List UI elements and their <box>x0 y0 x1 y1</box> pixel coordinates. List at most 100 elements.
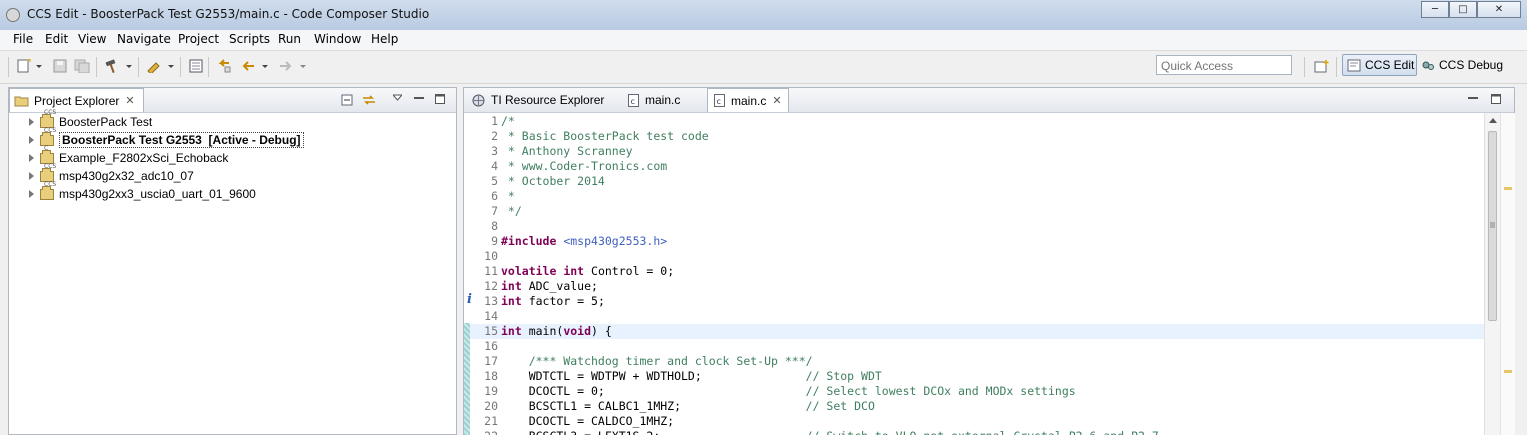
tab-ti-resource-explorer[interactable]: TI Resource Explorer <box>468 88 614 112</box>
expand-arrow-icon[interactable] <box>29 136 34 144</box>
quick-access-input[interactable] <box>1159 58 1293 74</box>
menu-window[interactable]: Window <box>314 32 361 46</box>
code-line[interactable]: 2 * Basic BoosterPack test code <box>464 129 1484 144</box>
minimize-button[interactable]: ─ <box>1421 1 1449 18</box>
code-line[interactable]: 20 BCSCTL1 = CALBC1_1MHZ; // Set DCO <box>464 399 1484 414</box>
menu-edit[interactable]: Edit <box>45 32 68 46</box>
menu-run[interactable]: Run <box>278 32 301 46</box>
maximize-button[interactable]: □ <box>1449 1 1477 18</box>
back-arrow-icon[interactable] <box>240 59 256 73</box>
view-menu-icon[interactable] <box>393 94 402 102</box>
code-line[interactable]: 3 * Anthony Scranney <box>464 144 1484 159</box>
link-with-editor-icon[interactable] <box>361 94 377 106</box>
project-row-active[interactable]: CCS BoosterPack Test G2553 [Active - Deb… <box>9 127 304 149</box>
toolbar-separator <box>1304 57 1305 77</box>
code-token: main( <box>521 324 564 338</box>
code-line[interactable]: 16 <box>464 339 1484 354</box>
expand-arrow-icon[interactable] <box>29 172 34 180</box>
tab-main-c-active[interactable]: c main.c ✕ <box>707 88 789 112</box>
overview-marker[interactable] <box>1504 370 1512 373</box>
scroll-up-icon[interactable] <box>1489 117 1497 123</box>
menu-help[interactable]: Help <box>371 32 398 46</box>
code-line[interactable]: 15 int main(void) { <box>464 324 1484 339</box>
perspective-ccs-edit[interactable]: CCS Edit <box>1342 54 1417 76</box>
code-line[interactable]: 17 /*** Watchdog timer and clock Set-Up … <box>464 354 1484 369</box>
code-line[interactable]: 8 <box>464 219 1484 234</box>
menu-view[interactable]: View <box>78 32 106 46</box>
project-row[interactable]: C Example_F2802xSci_Echoback <box>9 145 228 167</box>
save-all-icon[interactable] <box>74 59 90 73</box>
project-row[interactable]: CCS BoosterPack Test <box>9 109 152 131</box>
code-text: * Basic BoosterPack test code <box>501 129 709 144</box>
menu-project[interactable]: Project <box>178 32 219 46</box>
code-line[interactable]: 10 <box>464 249 1484 264</box>
forward-arrow-icon[interactable] <box>278 59 294 73</box>
menu-navigate[interactable]: Navigate <box>117 32 171 46</box>
line-number: 4 <box>491 159 498 173</box>
line-number: 13 <box>484 294 498 308</box>
minimize-view-icon[interactable] <box>1468 94 1478 104</box>
line-number: 21 <box>484 414 498 428</box>
overview-marker[interactable] <box>1504 187 1512 190</box>
chevron-down-icon[interactable] <box>34 59 44 73</box>
project-explorer-panel: Project Explorer ✕ CCS BoosterPack Test … <box>8 87 457 435</box>
close-window-button[interactable]: ✕ <box>1477 1 1521 18</box>
code-line[interactable]: 14 <box>464 309 1484 324</box>
overview-ruler <box>1500 113 1515 435</box>
open-perspective-icon[interactable] <box>1314 59 1330 73</box>
expand-arrow-icon[interactable] <box>29 190 34 198</box>
code-text: * <box>501 189 515 204</box>
grip-icon <box>1490 222 1495 228</box>
code-line[interactable]: 18 WDTCTL = WDTPW + WDTHOLD; // Stop WDT <box>464 369 1484 384</box>
code-line[interactable]: 11 volatile int Control = 0; <box>464 264 1484 279</box>
scrollbar-thumb[interactable] <box>1488 131 1497 321</box>
debug-icon[interactable] <box>146 59 162 73</box>
line-number: 8 <box>491 219 498 233</box>
tab-main-c[interactable]: c main.c <box>624 88 700 112</box>
minimize-view-icon[interactable] <box>414 94 424 104</box>
code-text: volatile int Control = 0; <box>501 264 674 279</box>
build-hammer-icon[interactable] <box>104 59 120 73</box>
code-line[interactable]: 1/* <box>464 114 1484 129</box>
code-token: DCOCTL = CALDCO_1MHZ; <box>501 414 675 428</box>
line-number: 11 <box>484 264 498 278</box>
collapse-all-icon[interactable] <box>341 94 353 106</box>
maximize-view-icon[interactable] <box>1491 94 1501 104</box>
new-file-icon[interactable] <box>16 59 32 73</box>
chevron-down-icon[interactable] <box>260 59 270 73</box>
perspective-ccs-debug[interactable]: CCS Debug <box>1421 54 1507 76</box>
vertical-scrollbar[interactable] <box>1484 113 1501 435</box>
maximize-view-icon[interactable] <box>435 94 445 104</box>
code-editor[interactable]: 1/* 2 * Basic BoosterPack test code 3 * An… <box>464 113 1484 435</box>
project-name: msp430g2xx3_uscia0_uart_01_9600 <box>59 187 256 201</box>
code-line[interactable]: 4 * www.Coder-Tronics.com <box>464 159 1484 174</box>
last-edit-location-icon[interactable] <box>216 59 232 73</box>
quick-access-box[interactable] <box>1156 55 1293 75</box>
code-line[interactable]: 9 #include <msp430g2553.h> <box>464 234 1484 249</box>
chevron-down-icon[interactable] <box>166 59 176 73</box>
line-number: 12 <box>484 279 498 293</box>
close-icon[interactable]: ✕ <box>125 94 134 107</box>
code-line[interactable]: 7 */ <box>464 204 1484 219</box>
menu-file[interactable]: File <box>13 32 33 46</box>
project-row[interactable]: CCS msp430g2xx3_uscia0_uart_01_9600 <box>9 181 256 203</box>
code-line[interactable]: 22 BCSCTL3 = LFXT1S_2; // Switch to VLO … <box>464 429 1484 435</box>
code-line[interactable]: 21 DCOCTL = CALDCO_1MHZ; <box>464 414 1484 429</box>
code-line[interactable]: 19 DCOCTL = 0; // Select lowest DCOx and… <box>464 384 1484 399</box>
code-line[interactable]: 6 * <box>464 189 1484 204</box>
code-line[interactable]: 5 * October 2014 <box>464 174 1484 189</box>
chevron-down-icon[interactable] <box>298 59 308 73</box>
menu-scripts[interactable]: Scripts <box>229 32 270 46</box>
expand-arrow-icon[interactable] <box>29 154 34 162</box>
close-icon[interactable]: ✕ <box>772 94 781 107</box>
expand-arrow-icon[interactable] <box>29 118 34 126</box>
code-line[interactable]: 12 int ADC_value; <box>464 279 1484 294</box>
c-file-icon: c <box>714 94 725 107</box>
chevron-down-icon[interactable] <box>124 59 134 73</box>
tab-project-explorer[interactable]: Project Explorer ✕ <box>9 88 144 112</box>
toolbar-grip <box>8 57 9 77</box>
save-icon[interactable] <box>52 59 68 73</box>
terminal-icon[interactable] <box>188 59 204 73</box>
project-row[interactable]: CCS msp430g2x32_adc10_07 <box>9 163 194 185</box>
code-line[interactable]: 13 int factor = 5; <box>464 294 1484 309</box>
